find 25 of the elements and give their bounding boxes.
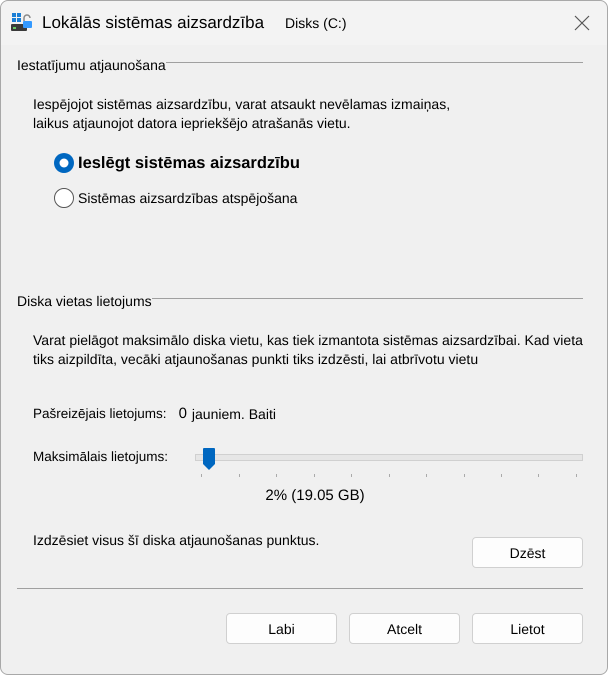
- description-text: tiks aizpildīta, vecāki atjaunošanas punkti tiks izdzēsti, lai atbrīvotu vietu: [33, 350, 480, 369]
- max-usage-label: Maksimālais lietojums:: [33, 449, 170, 464]
- cancel-button[interactable]: Atcelt: [349, 613, 460, 644]
- section-heading: Iestatījumu atjaunošana: [17, 57, 166, 73]
- current-usage-label: Pašreizējais lietojums:: [33, 406, 167, 421]
- description-text: Varat pielāgot maksimālo diska vietu, kas tiek izmantota sistēmas aizsardzībai. Kad vieta: [33, 331, 583, 350]
- delete-button[interactable]: Dzēst: [472, 537, 583, 568]
- radio-label[interactable]: Sistēmas aizsardzības atspējošana: [78, 190, 298, 206]
- app-icon: [11, 13, 33, 33]
- description-text: Iespējojot sistēmas aizsardzību, varat atsaukt nevēlamas izmaiņas,: [33, 95, 452, 114]
- current-usage-value: 0: [178, 405, 187, 422]
- apply-button[interactable]: Lietot: [472, 613, 583, 644]
- radio-button[interactable]: [54, 188, 74, 208]
- delete-description: Izdzēsiet visus šī diska atjaunošanas punktus.: [33, 531, 320, 550]
- usage-reading: 2% (19.05 GB): [264, 486, 366, 505]
- description-text: laikus atjaunojot datora iepriekšējo atrašanās vietu.: [33, 114, 352, 133]
- close-icon: [574, 15, 590, 31]
- window-subtitle: Disks (C:): [285, 15, 346, 31]
- slider-thumb[interactable]: [202, 448, 215, 470]
- ok-button[interactable]: Labi: [226, 613, 337, 644]
- radio-button[interactable]: [54, 153, 74, 173]
- radio-label[interactable]: Ieslēgt sistēmas aizsardzību: [78, 154, 300, 172]
- section-heading: Diska vietas lietojums: [17, 293, 152, 309]
- current-usage-unit: jauniem. Baiti: [192, 406, 276, 422]
- window-title: Lokālās sistēmas aizsardzība: [42, 13, 264, 33]
